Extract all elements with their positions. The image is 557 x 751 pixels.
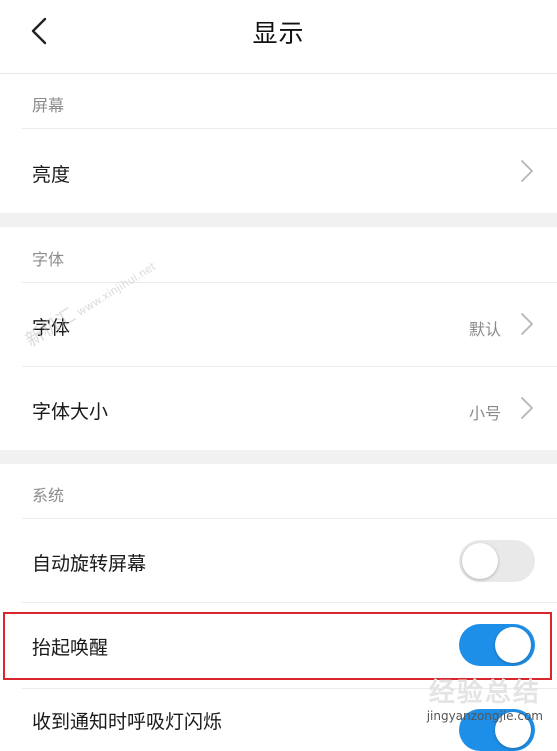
font-size-label: 字体大小 <box>32 401 109 423</box>
watermark-brand-url: jingyanzongjie.com <box>426 709 543 723</box>
chevron-right-icon <box>521 160 533 182</box>
header-divider <box>0 73 557 74</box>
highlight-box <box>3 612 552 680</box>
watermark-brand-text: 经验总结 <box>428 678 541 708</box>
auto-rotate-toggle[interactable] <box>459 540 535 582</box>
section-label-system: 系统 <box>32 486 65 505</box>
section-gap <box>0 213 557 227</box>
section-gap <box>0 450 557 464</box>
section-label-font: 字体 <box>32 250 65 269</box>
auto-rotate-label: 自动旋转屏幕 <box>32 553 147 575</box>
chevron-right-icon <box>521 313 533 335</box>
brightness-label: 亮度 <box>32 164 71 186</box>
notification-light-label: 收到通知时呼吸灯闪烁 <box>32 711 223 733</box>
page-title: 显示 <box>252 19 305 48</box>
section-label-screen: 屏幕 <box>32 96 65 115</box>
auto-rotate-row: 自动旋转屏幕 <box>0 519 557 601</box>
watermark-brand: 经验总结 jingyanzongjie.com <box>427 672 543 723</box>
top-bar: 显示 <box>0 0 557 62</box>
font-size-row[interactable]: 字体大小 小号 <box>0 367 557 450</box>
font-size-value: 小号 <box>468 404 501 423</box>
font-value: 默认 <box>468 320 501 339</box>
chevron-right-icon <box>521 397 533 419</box>
toggle-knob <box>462 543 498 579</box>
brightness-row[interactable]: 亮度 <box>0 129 557 213</box>
